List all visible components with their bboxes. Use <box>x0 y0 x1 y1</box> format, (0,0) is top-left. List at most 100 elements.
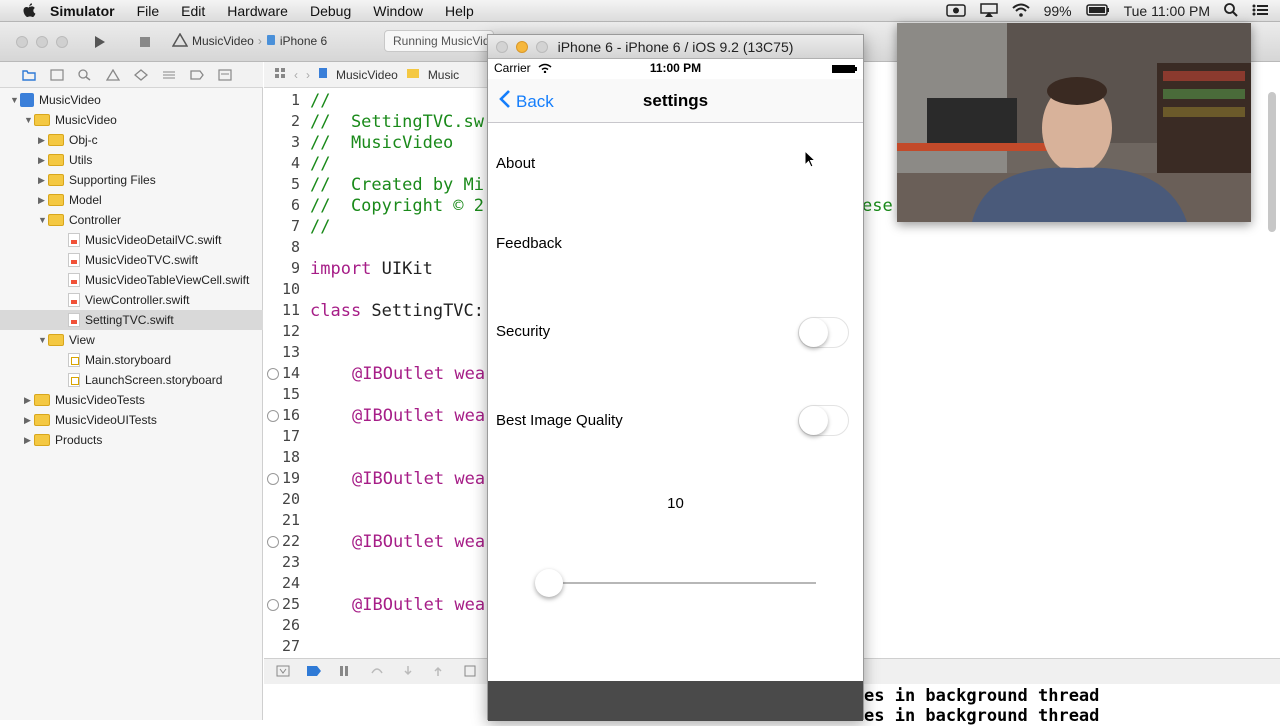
slider-track[interactable] <box>548 582 816 584</box>
outlet-connection-icon[interactable] <box>267 368 279 380</box>
menu-hardware[interactable]: Hardware <box>227 3 288 19</box>
simulator-zoom-button[interactable] <box>536 41 548 53</box>
menu-file[interactable]: File <box>137 3 160 19</box>
battery-icon[interactable] <box>1085 3 1110 19</box>
run-icon[interactable] <box>89 32 111 52</box>
issue-navigator-icon[interactable] <box>105 68 121 81</box>
menu-app-name[interactable]: Simulator <box>50 3 115 19</box>
wifi-icon[interactable] <box>1011 3 1030 20</box>
disclosure-open-icon[interactable]: ▼ <box>38 335 48 345</box>
best-image-quality-switch[interactable] <box>798 405 849 436</box>
outlet-connection-icon[interactable] <box>267 410 279 422</box>
storyboard-file-icon <box>68 373 80 387</box>
outlet-connection-icon[interactable] <box>267 599 279 611</box>
swift-file-icon <box>68 253 80 267</box>
forward-history-icon[interactable]: › <box>306 68 310 82</box>
nav-item-file-selected[interactable]: SettingTVC.swift <box>0 310 263 330</box>
outlet-connection-icon[interactable] <box>267 473 279 485</box>
step-over-icon[interactable] <box>370 665 384 680</box>
line-number: 13 <box>281 343 300 361</box>
line-number: 2 <box>290 112 300 130</box>
slider-thumb[interactable] <box>535 569 563 597</box>
storyboard-file-icon <box>68 353 80 367</box>
disclosure-closed-icon[interactable]: ▶ <box>38 155 48 166</box>
menu-window[interactable]: Window <box>373 3 423 19</box>
disclosure-closed-icon[interactable]: ▶ <box>24 435 34 446</box>
jump-bar-crumb-project[interactable]: MusicVideo <box>336 68 398 82</box>
nav-item-group[interactable]: ▶ MusicVideoTests <box>0 390 263 410</box>
apple-menu-icon[interactable] <box>22 2 36 19</box>
about-cell[interactable]: About <box>496 155 535 172</box>
menu-clock[interactable]: Tue 11:00 PM <box>1124 3 1210 19</box>
simulator-close-button[interactable] <box>496 41 508 53</box>
folder-icon <box>34 394 50 406</box>
nav-item-file[interactable]: ViewController.swift <box>0 290 263 310</box>
step-in-icon[interactable] <box>402 665 414 680</box>
camera-icon[interactable] <box>945 3 966 20</box>
nav-item-file[interactable]: LaunchScreen.storyboard <box>0 370 263 390</box>
disclosure-closed-icon[interactable]: ▶ <box>24 415 34 426</box>
debug-navigator-icon[interactable] <box>162 69 176 81</box>
close-window-button[interactable] <box>16 36 28 48</box>
report-navigator-icon[interactable] <box>218 68 232 81</box>
disclosure-open-icon[interactable]: ▼ <box>24 115 34 125</box>
disclosure-open-icon[interactable]: ▼ <box>10 95 20 105</box>
editor-scrollbar[interactable] <box>1268 92 1276 232</box>
folder-icon <box>48 174 64 186</box>
security-switch[interactable] <box>798 317 849 348</box>
disclosure-closed-icon[interactable]: ▶ <box>38 175 48 186</box>
step-out-icon[interactable] <box>432 665 444 680</box>
nav-item-group[interactable]: ▶ Supporting Files <box>0 170 263 190</box>
hide-debug-area-icon[interactable] <box>276 665 290 680</box>
nav-item-group[interactable]: ▶ MusicVideoUITests <box>0 410 263 430</box>
related-items-icon[interactable] <box>274 67 286 82</box>
view-debugger-icon[interactable] <box>464 665 476 680</box>
code-line: // <box>310 217 331 237</box>
breakpoints-toggle-icon[interactable] <box>306 665 322 680</box>
nav-item-project[interactable]: ▼ MusicVideo <box>0 90 263 110</box>
disclosure-open-icon[interactable]: ▼ <box>38 215 48 225</box>
spotlight-search-icon[interactable] <box>1224 2 1238 20</box>
disclosure-closed-icon[interactable]: ▶ <box>38 135 48 146</box>
symbol-navigator-icon[interactable] <box>50 68 64 81</box>
scheme-selector[interactable]: MusicVideo › iPhone 6 <box>171 30 327 52</box>
nav-item-file[interactable]: MusicVideoDetailVC.swift <box>0 230 263 250</box>
jump-bar-crumb-group[interactable]: Music <box>428 68 459 82</box>
notification-center-icon[interactable] <box>1252 3 1268 19</box>
minimize-window-button[interactable] <box>36 36 48 48</box>
line-number: 9 <box>290 259 300 277</box>
folder-icon <box>34 414 50 426</box>
menu-help[interactable]: Help <box>445 3 474 19</box>
zoom-window-button[interactable] <box>56 36 68 48</box>
nav-item-file[interactable]: Main.storyboard <box>0 350 263 370</box>
feedback-cell[interactable]: Feedback <box>496 235 562 252</box>
airplay-icon[interactable] <box>979 2 998 20</box>
outlet-connection-icon[interactable] <box>267 536 279 548</box>
project-navigator-icon[interactable] <box>22 69 36 81</box>
nav-item-group[interactable]: ▶ Model <box>0 190 263 210</box>
code-line: class SettingTVC: <box>310 301 484 322</box>
disclosure-closed-icon[interactable]: ▶ <box>38 195 48 206</box>
nav-item-group[interactable]: ▼ View <box>0 330 263 350</box>
line-number: 1 <box>290 91 300 109</box>
disclosure-closed-icon[interactable]: ▶ <box>24 395 34 406</box>
nav-item-group[interactable]: ▼ Controller <box>0 210 263 230</box>
menu-edit[interactable]: Edit <box>181 3 205 19</box>
line-number: 27 <box>281 637 300 655</box>
nav-item-group[interactable]: ▼ MusicVideo <box>0 110 263 130</box>
back-history-icon[interactable]: ‹ <box>294 68 298 82</box>
nav-item-file[interactable]: MusicVideoTableViewCell.swift <box>0 270 263 290</box>
pause-icon[interactable] <box>338 665 350 680</box>
nav-item-file[interactable]: MusicVideoTVC.swift <box>0 250 263 270</box>
breakpoint-navigator-icon[interactable] <box>190 69 204 81</box>
project-icon <box>20 93 34 107</box>
menu-debug[interactable]: Debug <box>310 3 351 19</box>
nav-item-group[interactable]: ▶ Utils <box>0 150 263 170</box>
find-navigator-icon[interactable] <box>78 68 92 81</box>
swift-file-icon <box>68 293 80 307</box>
stop-icon[interactable] <box>134 32 156 52</box>
nav-item-group[interactable]: ▶ Products <box>0 430 263 450</box>
nav-item-group[interactable]: ▶ Obj-c <box>0 130 263 150</box>
simulator-minimize-button[interactable] <box>516 41 528 53</box>
test-navigator-icon[interactable] <box>133 68 149 81</box>
